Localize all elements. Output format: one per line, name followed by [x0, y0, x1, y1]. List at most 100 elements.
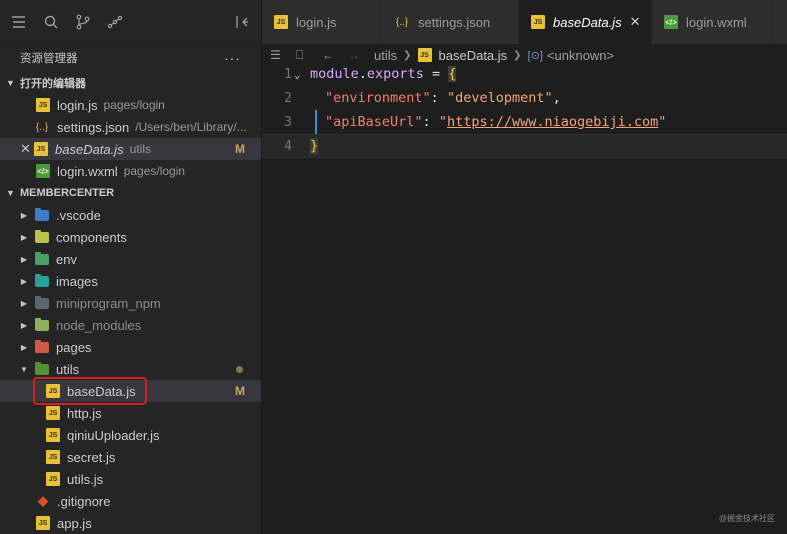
json-file-icon: {..} — [395, 16, 409, 28]
forward-arrow-icon[interactable]: → — [348, 48, 366, 62]
outline-icon[interactable]: ☰ — [270, 48, 288, 62]
folder-name: pages — [56, 339, 92, 355]
code-line: 3 "apiBaseUrl": "https://www.niaogebiji.… — [262, 110, 787, 134]
line-number: 3 — [284, 114, 292, 130]
watermark: @掘金技术社区 — [718, 514, 775, 523]
js-file-icon: JS — [46, 450, 60, 464]
code-token: " — [438, 114, 447, 130]
indent-guide — [315, 110, 317, 134]
js-file-icon: JS — [46, 472, 60, 486]
file-name: app.js — [57, 515, 92, 531]
file-name: qiniuUploader.js — [67, 427, 160, 443]
source-control-icon[interactable] — [72, 11, 94, 33]
open-editors-header[interactable]: ▼ 打开的编辑器 — [0, 72, 261, 94]
folder-name: utils — [56, 361, 80, 377]
js-file-icon: JS — [531, 15, 545, 29]
chevron-right-icon: ❯ — [513, 49, 522, 61]
bookmark-icon[interactable]: ⎕ — [296, 48, 314, 63]
chevron-right-icon: ▶ — [20, 320, 28, 330]
fold-chevron-icon[interactable]: ⌄ — [294, 68, 310, 81]
open-editor-desc: pages/login — [123, 164, 186, 178]
code-token: { — [448, 66, 457, 82]
tab-login-js[interactable]: JS login.js — [262, 0, 382, 44]
folder-item-components[interactable]: ▶ components — [0, 226, 261, 248]
line-number: 4 — [284, 138, 292, 154]
js-file-icon: JS — [274, 15, 288, 29]
folder-item-pages[interactable]: ▶ pages — [0, 336, 261, 358]
file-item-qiniu[interactable]: JS qiniuUploader.js — [0, 424, 261, 446]
file-name: .gitignore — [57, 493, 111, 509]
more-actions-icon[interactable]: ··· — [224, 50, 241, 66]
sidebar: 资源管理器 ··· ▼ 打开的编辑器 JS login.js pages/log… — [0, 0, 262, 534]
folder-icon — [35, 229, 49, 243]
tab-label: baseData.js — [553, 14, 622, 30]
git-icon: ◆ — [38, 493, 48, 508]
back-arrow-icon[interactable]: ← — [322, 48, 340, 62]
explorer-title-text: 资源管理器 — [20, 53, 78, 65]
code-text: "apiBaseUrl": "https://www.niaogebiji.co… — [310, 114, 666, 130]
file-name: utils.js — [67, 471, 104, 487]
code-token: : — [422, 114, 439, 130]
breadcrumb-file[interactable]: baseData.js — [439, 48, 508, 63]
chevron-right-icon: ▶ — [20, 342, 28, 352]
chevron-down-icon: ▼ — [20, 364, 28, 374]
folder-icon — [35, 317, 49, 331]
file-item-gitignore[interactable]: ◆ .gitignore — [0, 490, 261, 512]
modified-dot — [236, 365, 243, 373]
wxml-file-icon: </> — [664, 15, 678, 29]
open-editor-item[interactable]: </> login.wxml pages/login — [0, 160, 261, 182]
code-token: = — [423, 66, 449, 82]
code-link[interactable]: https://www.niaogebiji.com — [447, 114, 658, 130]
wxml-file-icon: </> — [36, 164, 50, 178]
open-editor-desc: pages/login — [103, 98, 165, 112]
graph-icon[interactable] — [104, 11, 126, 33]
explorer-title: 资源管理器 ··· — [0, 44, 261, 72]
folder-item-env[interactable]: ▶ env — [0, 248, 261, 270]
modified-badge: M — [235, 384, 245, 398]
file-item-appjs[interactable]: JS app.js — [0, 512, 261, 534]
project-header[interactable]: ▼ MEMBERCENTER — [0, 182, 261, 204]
file-name: http.js — [67, 405, 102, 421]
chevron-right-icon: ❯ — [403, 49, 412, 61]
js-file-icon: JS — [46, 428, 60, 442]
code-line: 2 "environment": "development", — [262, 86, 787, 110]
tab-settings-json[interactable]: {..} settings.json — [382, 0, 519, 44]
open-editor-name: login.js — [57, 97, 98, 113]
project-title: MEMBERCENTER — [20, 187, 115, 199]
open-editor-desc: /Users/ben/Library/... — [135, 120, 247, 134]
folder-item-miniprogram-npm[interactable]: ▶ miniprogram_npm — [0, 292, 261, 314]
code-token: " — [658, 114, 667, 130]
search-icon[interactable] — [40, 11, 62, 33]
close-icon[interactable]: ✕ — [20, 141, 34, 157]
file-item-secret[interactable]: JS secret.js — [0, 446, 261, 468]
code-editor[interactable]: 1 ⌄ module.exports = { 2 "environment": … — [262, 62, 787, 158]
folder-item-vscode[interactable]: ▶ .vscode — [0, 204, 261, 226]
tab-basedata-js[interactable]: JS baseData.js ✕ — [519, 0, 652, 44]
modified-badge: M — [235, 142, 245, 156]
file-item-utils[interactable]: JS utils.js — [0, 468, 261, 490]
files-icon[interactable] — [8, 11, 30, 33]
folder-name: env — [56, 251, 77, 267]
folder-icon — [35, 295, 49, 309]
chevron-right-icon: ▶ — [20, 254, 28, 264]
breadcrumb-symbol[interactable]: <unknown> — [547, 48, 614, 63]
file-item-http[interactable]: JS http.js — [0, 402, 261, 424]
code-text: module.exports = { — [310, 66, 457, 82]
close-icon[interactable]: ✕ — [630, 14, 641, 30]
breadcrumb-folder[interactable]: utils — [374, 48, 397, 63]
chevron-right-icon: ▶ — [20, 232, 28, 242]
open-editor-item[interactable]: {..} settings.json /Users/ben/Library/..… — [0, 116, 261, 138]
editor-area: JS login.js {..} settings.json JS baseDa… — [262, 0, 787, 534]
collapse-panel-icon[interactable] — [231, 11, 253, 33]
open-editor-item-active[interactable]: ✕ JS baseData.js utils M — [0, 138, 261, 160]
folder-item-node-modules[interactable]: ▶ node_modules — [0, 314, 261, 336]
chevron-down-icon: ▼ — [6, 188, 15, 198]
tab-login-wxml[interactable]: </> login.wxml — [652, 0, 774, 44]
open-editor-desc: utils — [129, 142, 151, 156]
folder-icon — [35, 251, 49, 265]
open-editor-name: settings.json — [57, 119, 130, 135]
folder-name: .vscode — [56, 207, 101, 223]
open-editor-item[interactable]: JS login.js pages/login — [0, 94, 261, 116]
folder-item-images[interactable]: ▶ images — [0, 270, 261, 292]
folder-icon — [35, 339, 49, 353]
